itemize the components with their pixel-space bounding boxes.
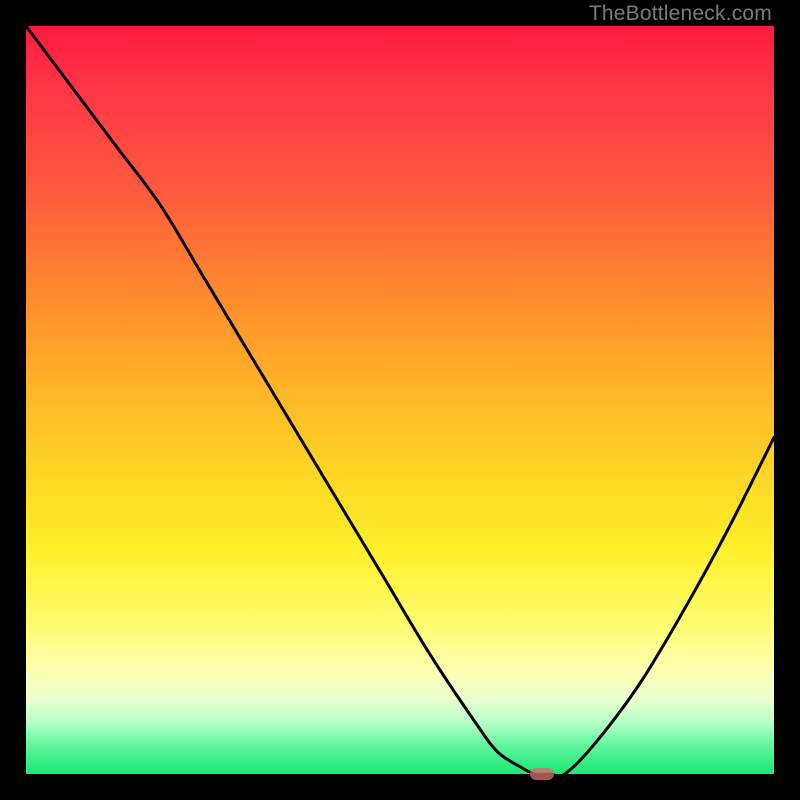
optimal-marker xyxy=(530,768,554,780)
chart-frame: TheBottleneck.com xyxy=(0,0,800,800)
plot-area xyxy=(26,26,774,774)
watermark-text: TheBottleneck.com xyxy=(589,2,772,26)
bottleneck-curve xyxy=(26,26,774,774)
